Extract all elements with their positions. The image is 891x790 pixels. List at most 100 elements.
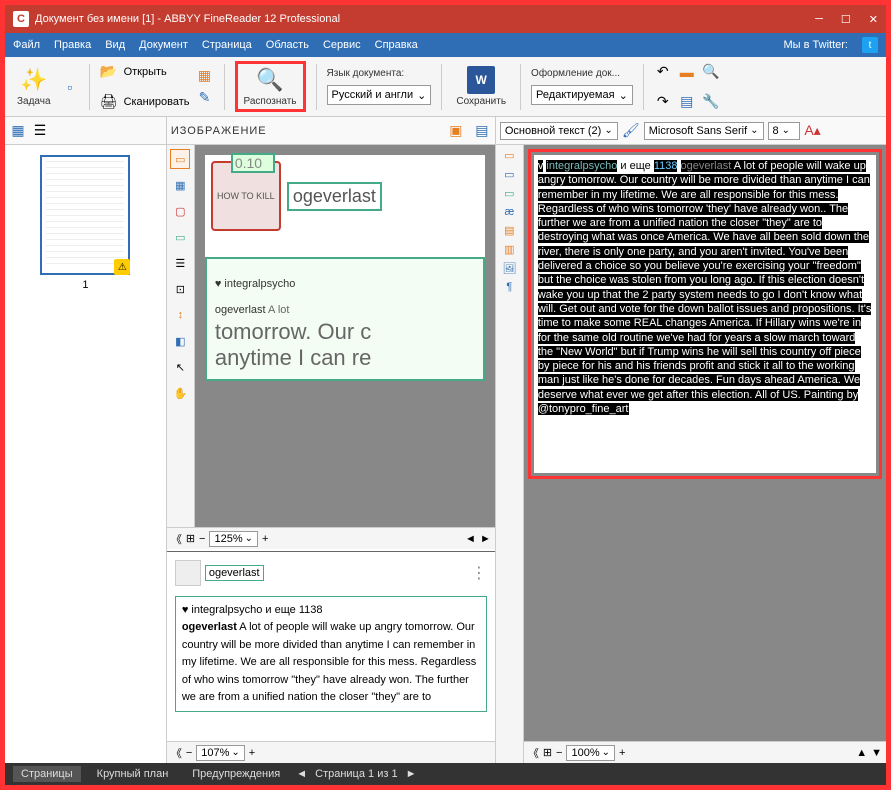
collapse-icon[interactable]: 《	[171, 745, 182, 761]
username: ogeverlast	[287, 182, 382, 211]
scanner-icon: 🖨	[100, 93, 118, 111]
pilcrow-icon[interactable]: ¶	[506, 281, 512, 293]
collapse-icon[interactable]: 《	[171, 531, 182, 547]
scan-button[interactable]: 🖨 Сканировать	[100, 89, 190, 115]
table-area-icon[interactable]: ▦	[170, 175, 190, 195]
pointer-icon[interactable]: ↖	[170, 357, 190, 377]
scroll-left-icon[interactable]: ◄	[465, 533, 476, 545]
twitter-label: Мы в Twitter:	[784, 39, 848, 51]
layers-icon[interactable]: ▤	[678, 93, 696, 111]
menu-help[interactable]: Справка	[375, 39, 418, 51]
analyze-icon[interactable]: ▤	[473, 122, 491, 140]
status-tab-warnings[interactable]: Предупреждения	[184, 766, 288, 782]
font-select[interactable]: Microsoft Sans Serif ⌄	[644, 122, 764, 140]
menu-view[interactable]: Вид	[105, 39, 125, 51]
zoom-in-icon[interactable]: +	[249, 747, 255, 759]
text-content[interactable]: v integralpsycho и еще 1138 ogeverlast A…	[534, 155, 876, 473]
text-area-icon[interactable]: ▭	[170, 149, 190, 169]
status-tab-closeup[interactable]: Крупный план	[89, 766, 177, 782]
redo-icon[interactable]: ↷	[654, 93, 672, 111]
scroll-down-icon[interactable]: ▼	[871, 747, 882, 759]
barcode-icon[interactable]: ☰	[170, 253, 190, 273]
hand-icon[interactable]: ✋	[170, 383, 190, 403]
font-size-select[interactable]: 8 ⌄	[768, 122, 800, 140]
magnify-doc-icon: 🔍	[256, 66, 284, 94]
menu-document[interactable]: Документ	[139, 39, 188, 51]
undo-icon[interactable]: ↶	[654, 63, 672, 81]
tool-f-icon[interactable]: ▥	[504, 243, 514, 256]
order-icon[interactable]: ↕	[170, 305, 190, 325]
maximize-button[interactable]: ☐	[841, 13, 851, 26]
app-logo-icon: C	[13, 11, 29, 27]
zoom-in-icon[interactable]: +	[262, 533, 268, 545]
zoom-out-icon[interactable]: −	[186, 747, 192, 759]
image-view[interactable]: 0.10 HOW TO KILL ogeverlast ♥ integralps…	[195, 145, 495, 527]
zoom-in-icon[interactable]: +	[619, 747, 625, 759]
status-tab-pages[interactable]: Страницы	[13, 766, 81, 782]
highlight-icon[interactable]: ▬	[678, 63, 696, 81]
menu-page[interactable]: Страница	[202, 39, 252, 51]
twitter-icon[interactable]: t	[862, 37, 878, 53]
area-icon[interactable]: ▭	[170, 227, 190, 247]
preview-pane: ogeverlast ⋮ ♥ integralpsycho и еще 1138…	[167, 551, 495, 741]
collapse-icon[interactable]: 《	[528, 745, 539, 761]
format-select[interactable]: Редактируемая⌄	[531, 85, 633, 105]
menu-file[interactable]: Файл	[13, 39, 40, 51]
tool-b-icon[interactable]: ▭	[504, 168, 514, 181]
binoculars-icon[interactable]: 🔍	[702, 63, 720, 81]
text-tools: ▭ ▭ ▭ æ ▤ ▥ 🖼 ¶	[496, 145, 524, 763]
tool-a-icon[interactable]: ▭	[504, 149, 514, 162]
new-doc-icon[interactable]: ▫	[61, 78, 79, 96]
fit-icon[interactable]: ⊞	[186, 532, 195, 545]
preview-username: ogeverlast	[205, 565, 264, 581]
page-indicator: Страница 1 из 1	[315, 768, 397, 780]
pages-icon[interactable]: ▦	[196, 67, 214, 85]
open-button[interactable]: 📂 Открыть	[100, 59, 190, 85]
tool-e-icon[interactable]: ▤	[504, 224, 514, 237]
scroll-up-icon[interactable]: ▲	[856, 747, 867, 759]
area-number: 0.10	[231, 153, 275, 173]
warning-icon: ⚠	[114, 259, 130, 275]
more-icon[interactable]: ⋮	[471, 563, 487, 583]
page-thumbnail[interactable]: ⚠	[40, 155, 130, 275]
wand-icon: ✨	[20, 66, 48, 94]
zoom-out-icon[interactable]: −	[556, 747, 562, 759]
list-view-icon[interactable]: ☰	[31, 122, 49, 140]
task-button[interactable]: ✨ Задача	[13, 64, 55, 109]
language-select[interactable]: Русский и англи⌄	[327, 85, 432, 105]
folder-open-icon: 📂	[100, 63, 118, 81]
prev-page-icon[interactable]: ◄	[296, 768, 307, 780]
minimize-button[interactable]: ─	[815, 13, 823, 26]
close-button[interactable]: ✕	[869, 13, 878, 26]
menu-area[interactable]: Область	[266, 39, 309, 51]
image-tools: ▭ ▦ ▢ ▭ ☰ ⊡ ↕ ◧ ↖ ✋	[167, 145, 195, 527]
resize-icon[interactable]: ⊡	[170, 279, 190, 299]
save-button[interactable]: W Сохранить	[452, 64, 510, 109]
chevron-down-icon: ⌄	[417, 89, 426, 102]
read-icon[interactable]: ▣	[447, 122, 465, 140]
zoom-value[interactable]: 107% ⌄	[196, 745, 245, 761]
recognize-button[interactable]: 🔍 Распознать	[235, 61, 306, 112]
text-panel: Основной текст (2) ⌄ 🖌 Microsoft Sans Se…	[496, 117, 886, 763]
next-page-icon[interactable]: ►	[406, 768, 417, 780]
style-select[interactable]: Основной текст (2) ⌄	[500, 122, 618, 140]
picture-area-icon[interactable]: ▢	[170, 201, 190, 221]
brush-icon[interactable]: 🖌	[622, 122, 640, 140]
post-body: ♥ integralpsycho ogeverlast A lot tomorr…	[205, 257, 485, 381]
zoom-value[interactable]: 100% ⌄	[566, 745, 615, 761]
eraser-icon[interactable]: ◧	[170, 331, 190, 351]
image-tool-icon[interactable]: 🖼	[502, 262, 516, 275]
zoom-value[interactable]: 125% ⌄	[209, 531, 258, 547]
tool-c-icon[interactable]: ▭	[504, 187, 514, 200]
fit-icon[interactable]: ⊞	[543, 746, 552, 759]
scroll-right-icon[interactable]: ►	[480, 533, 491, 545]
menu-service[interactable]: Сервис	[323, 39, 361, 51]
image-panel-title: ИЗОБРАЖЕНИЕ	[171, 125, 439, 137]
settings-icon[interactable]: 🔧	[702, 93, 720, 111]
grid-view-icon[interactable]: ▦	[9, 122, 27, 140]
edit-icon[interactable]: ✎	[196, 89, 214, 107]
font-grow-icon[interactable]: A▴	[804, 122, 822, 140]
special-char-icon[interactable]: æ	[504, 206, 514, 218]
menu-edit[interactable]: Правка	[54, 39, 91, 51]
zoom-out-icon[interactable]: −	[199, 533, 205, 545]
